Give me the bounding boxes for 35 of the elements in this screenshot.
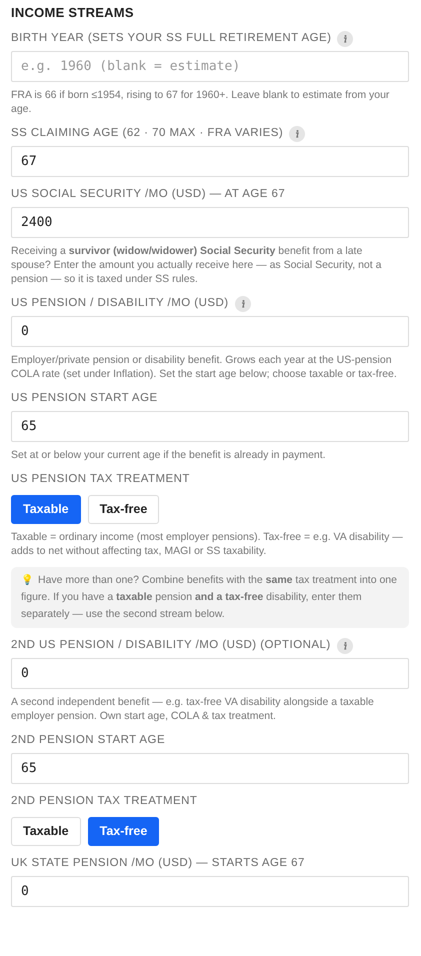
input-field[interactable]: 65 (11, 411, 409, 442)
info-icon[interactable] (289, 126, 306, 142)
help-text: FRA is 66 if born ≤1954, rising to 67 for 1960+. Leave blank to estimate from your age. (11, 88, 390, 116)
input-field[interactable]: e.g. 1960 (blank = estimate) (11, 51, 409, 82)
field-label: UK STATE PENSION /MO (USD) — STARTS AGE 67 (11, 856, 305, 872)
help-text: Taxable = ordinary income (most employer pensions). Tax-free = e.g. VA disability — adds to net without affecting tax, MAGI or SS taxability. (11, 530, 404, 558)
lightbulb-icon: 💡 (21, 575, 33, 586)
info-icon[interactable] (337, 31, 354, 47)
option-button[interactable]: Tax-free (88, 495, 160, 524)
field-label: US PENSION TAX TREATMENT (11, 472, 190, 488)
help-text: Employer/private pension or disability benefit. Grows each year at the US-pension COLA rate (set under Inflation). Set the start age below; choose taxable or tax-free. (11, 353, 398, 381)
input-field[interactable]: 0 (11, 316, 409, 347)
field-label: US PENSION / DISABILITY /MO (USD) (11, 296, 229, 312)
input-field[interactable]: 0 (11, 658, 409, 689)
field-label: BIRTH YEAR (SETS YOUR SS FULL RETIREMENT AGE) (11, 31, 332, 46)
field-label: 2ND US PENSION / DISABILITY /MO (USD) (OPTIONAL) (11, 638, 331, 654)
option-button[interactable]: Taxable (11, 495, 81, 524)
field-label: 2ND PENSION START AGE (11, 733, 166, 748)
input-field[interactable]: 2400 (11, 207, 409, 238)
tip-text: 💡 Have more than one? Combine benefits with the same tax treatment into one figure. If you have a taxable pension and a tax-free disability, enter them separately — use the second stream below. (21, 573, 398, 622)
field-label: US PENSION START AGE (11, 391, 158, 406)
help-text: A second independent benefit — e.g. tax-free VA disability alongside a taxable employer pension. Own start age, COLA & tax treatment. (11, 695, 375, 723)
section-heading: INCOME STREAMS (11, 5, 135, 21)
info-icon[interactable] (234, 296, 251, 312)
field-label: US SOCIAL SECURITY /MO (USD) — AT AGE 67 (11, 187, 286, 202)
input-field[interactable]: 65 (11, 753, 409, 784)
input-field[interactable]: 67 (11, 146, 409, 177)
option-button[interactable]: Tax-free (88, 817, 160, 846)
help-text: Set at or below your current age if the benefit is already in payment. (11, 448, 327, 462)
option-button[interactable]: Taxable (11, 817, 81, 846)
field-label: SS CLAIMING AGE (62 · 70 MAX · FRA VARIES) (11, 126, 284, 142)
input-field[interactable]: 0 (11, 876, 409, 907)
info-icon[interactable] (336, 638, 353, 654)
field-label: 2ND PENSION TAX TREATMENT (11, 794, 198, 810)
help-text: Receiving a survivor (widow/widower) Social Security benefit from a late spouse? Enter the amount you actually receive here — as Social Security, not a pension — so it is taxed under SS rules. (11, 244, 382, 286)
